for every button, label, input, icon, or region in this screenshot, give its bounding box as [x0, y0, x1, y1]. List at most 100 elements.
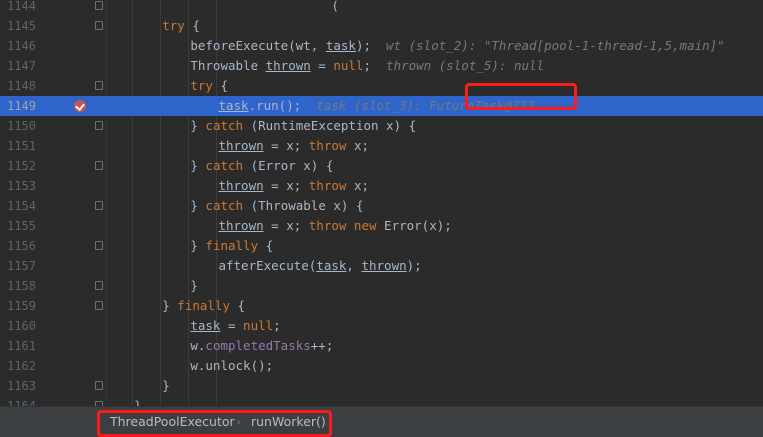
code-token: task — [218, 98, 249, 113]
line-number: 1146 — [7, 39, 36, 53]
code-token: = x; — [263, 138, 309, 153]
code-text: beforeExecute(wt, task); wt (slot_2): "T… — [190, 36, 724, 56]
breadcrumb-class[interactable]: ThreadPoolExecutor — [110, 413, 235, 430]
code-text: task = null; — [190, 316, 280, 336]
code-token: = — [220, 318, 244, 333]
debug-inline-value: thrown (slot_5): null — [386, 58, 545, 73]
code-token: { — [184, 18, 200, 33]
code-line[interactable]: 1144 ( — [0, 0, 763, 16]
code-line[interactable]: 1163} — [0, 376, 763, 396]
code-line[interactable]: 1146 beforeExecute(wt, task); wt (slot_2)… — [0, 36, 763, 56]
code-token: } — [190, 198, 206, 213]
code-token: null — [243, 318, 274, 333]
code-token: beforeExecute(wt, — [190, 38, 326, 53]
line-number: 1150 — [7, 119, 36, 133]
code-text: w.unlock(); — [190, 356, 273, 376]
line-number: 1158 — [7, 279, 36, 293]
code-text: thrown = x; throw new Error(x); — [218, 216, 451, 236]
code-token: throw — [308, 138, 347, 153]
code-line[interactable]: 1151 thrown = x; throw x; — [0, 136, 763, 156]
code-token: ); — [355, 38, 387, 53]
code-token: throw new — [308, 218, 377, 233]
debug-inline-value: wt (slot_2): "Thread[pool-1-thread-1,5,m… — [386, 38, 725, 53]
execution-line[interactable]: 1149 task.run(); task (slot_3): FutureTas… — [0, 96, 763, 116]
line-number: 1153 — [7, 179, 36, 193]
line-number: 1162 — [7, 359, 36, 373]
line-number: 1148 — [7, 79, 36, 93]
code-line[interactable]: 1161 w.completedTasks++; — [0, 336, 763, 356]
code-token: afterExecute( — [218, 258, 317, 273]
code-text: w.completedTasks++; — [190, 336, 333, 356]
code-text: try { — [162, 16, 200, 36]
code-text: } catch (Throwable x) { — [190, 196, 363, 216]
code-text: } finally { — [162, 296, 245, 316]
code-text: } — [134, 396, 142, 406]
code-line[interactable]: 1147 Throwable thrown = null; thrown (slo… — [0, 56, 763, 76]
line-number: 1149 — [7, 99, 36, 113]
code-token: try — [190, 78, 213, 93]
code-token: x; — [346, 138, 369, 153]
code-text: afterExecute(task, thrown); — [218, 256, 421, 276]
code-token: task — [325, 38, 356, 53]
code-token: { — [229, 298, 246, 313]
code-line[interactable]: 1153 thrown = x; throw x; — [0, 176, 763, 196]
code-text: Throwable thrown = null; thrown (slot_5)… — [190, 56, 544, 76]
code-token: } — [190, 118, 206, 133]
code-token: { — [212, 78, 228, 93]
code-text: } catch (Error x) { — [190, 156, 333, 176]
code-token: (Throwable x) { — [243, 198, 364, 213]
line-number: 1157 — [7, 259, 36, 273]
line-number: 1164 — [7, 399, 36, 406]
code-line[interactable]: 1152} catch (Error x) { — [0, 156, 763, 176]
code-token: (Error x) { — [243, 158, 334, 173]
fold-marker-icon[interactable] — [95, 281, 103, 290]
fold-marker-icon[interactable] — [95, 201, 103, 210]
code-line[interactable]: 1162 w.unlock(); — [0, 356, 763, 376]
code-token: catch — [205, 158, 244, 173]
line-number: 1144 — [7, 0, 36, 13]
code-text: ( — [218, 0, 339, 16]
code-text: thrown = x; throw x; — [218, 136, 369, 156]
code-line[interactable]: 1164} — [0, 396, 763, 406]
code-text: try { — [190, 76, 228, 96]
code-editor[interactable]: 1144 (1145 try { 1146 beforeExecute(wt, tas… — [0, 0, 763, 406]
line-number: 1155 — [7, 219, 36, 233]
line-number: 1156 — [7, 239, 36, 253]
fold-marker-icon[interactable] — [95, 381, 103, 390]
code-token: thrown — [265, 58, 311, 73]
code-line[interactable]: 1145 try { — [0, 16, 763, 36]
code-line[interactable]: 1158} — [0, 276, 763, 296]
code-token: catch — [205, 198, 244, 213]
code-text: } finally { — [190, 236, 273, 256]
breadcrumb-method[interactable]: runWorker() — [251, 413, 326, 430]
code-line[interactable]: 1148 try { — [0, 76, 763, 96]
code-token: = x; — [263, 218, 309, 233]
code-token: throw — [308, 178, 347, 193]
code-token: } — [190, 238, 206, 253]
code-line[interactable]: 1159 } finally { — [0, 296, 763, 316]
fold-marker-icon[interactable] — [95, 301, 103, 310]
code-token: w.unlock(); — [190, 358, 274, 373]
code-line[interactable]: 1150} catch (RuntimeException x) { — [0, 116, 763, 136]
code-token: = x; — [263, 178, 309, 193]
code-token: x; — [346, 178, 369, 193]
fold-marker-icon[interactable] — [95, 1, 103, 10]
code-token: } — [190, 278, 198, 293]
fold-marker-icon[interactable] — [95, 161, 103, 170]
breakpoint-icon[interactable] — [74, 100, 86, 112]
code-line[interactable]: 1156 } finally { — [0, 236, 763, 256]
code-line[interactable]: 1155 thrown = x; throw new Error(x); — [0, 216, 763, 236]
code-line[interactable]: 1160 task = null; — [0, 316, 763, 336]
code-token: ++; — [310, 338, 334, 353]
chevron-right-icon: › — [236, 414, 241, 429]
line-number: 1159 — [7, 299, 36, 313]
fold-marker-icon[interactable] — [95, 121, 103, 130]
code-token: Throwable — [190, 58, 266, 73]
fold-marker-icon[interactable] — [95, 21, 103, 30]
fold-marker-icon[interactable] — [95, 241, 103, 250]
code-line[interactable]: 1154} catch (Throwable x) { — [0, 196, 763, 216]
code-token: thrown — [218, 138, 264, 153]
fold-marker-icon[interactable] — [95, 81, 103, 90]
code-line[interactable]: 1157 afterExecute(task, thrown); — [0, 256, 763, 276]
code-token: Error(x); — [376, 218, 452, 233]
